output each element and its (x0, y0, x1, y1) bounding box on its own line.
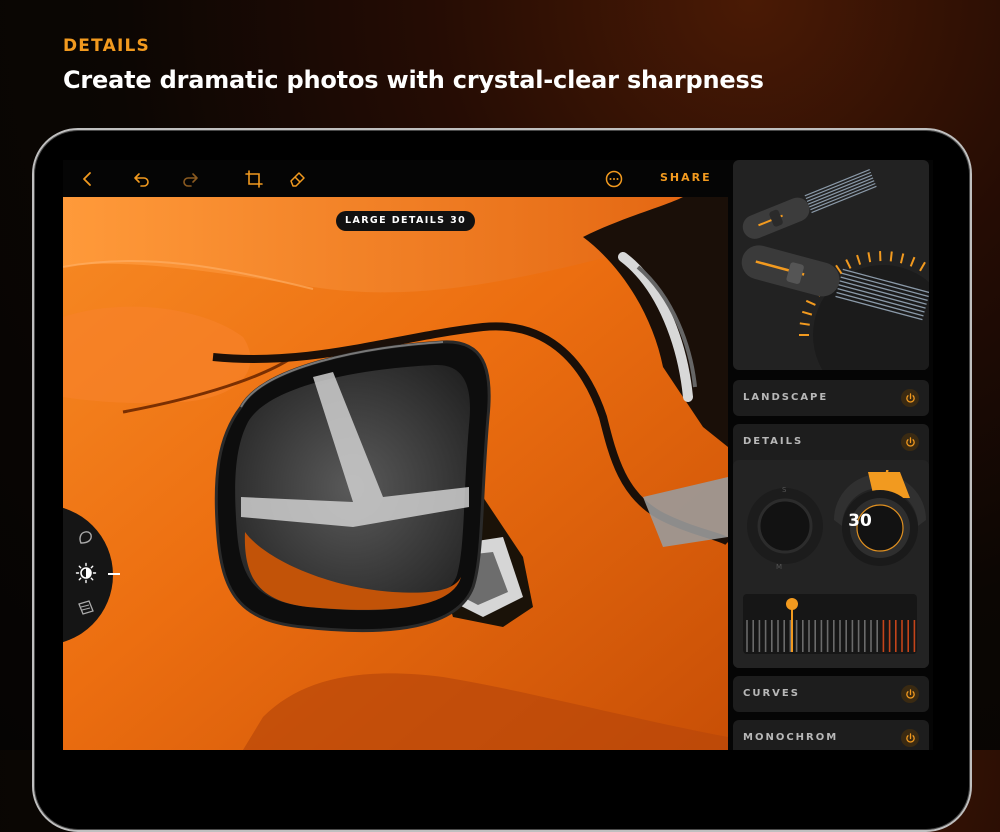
brightness-icon[interactable] (75, 562, 97, 584)
section-label: DETAILS (743, 424, 803, 460)
details-controls: S M L 30 (733, 460, 929, 668)
adjustments-panel: LANDSCAPE DETAILS (733, 160, 933, 750)
share-button[interactable]: SHARE (660, 171, 712, 184)
dial-indicator (108, 573, 120, 575)
eraser-icon[interactable] (287, 168, 309, 190)
power-toggle-icon[interactable] (901, 389, 919, 407)
details-illustration (733, 160, 929, 370)
power-toggle-icon[interactable] (901, 729, 919, 747)
layers-icon[interactable] (75, 597, 97, 619)
small-knob-bottom-label: M (776, 563, 782, 571)
section-monochrom[interactable]: MONOCHROM (733, 720, 929, 750)
adjustment-badge: LARGE DETAILS 30 (336, 211, 475, 231)
adjust-brush-icon[interactable] (75, 527, 97, 549)
redo-icon[interactable] (179, 168, 201, 190)
app-screen: SHARE (63, 160, 933, 750)
photo-canvas[interactable]: LARGE DETAILS 30 (63, 197, 728, 750)
section-label: LANDSCAPE (743, 380, 828, 416)
power-toggle-icon[interactable] (901, 433, 919, 451)
large-knob-value[interactable]: 30 (840, 511, 880, 531)
more-icon[interactable] (603, 168, 625, 190)
small-knob-top-label: S (782, 486, 786, 494)
page-headline: Create dramatic photos with crystal-clea… (63, 66, 764, 94)
section-eyebrow: DETAILS (63, 36, 150, 56)
crop-icon[interactable] (243, 168, 265, 190)
undo-icon[interactable] (131, 168, 153, 190)
top-toolbar: SHARE (63, 160, 728, 197)
section-curves[interactable]: CURVES (733, 676, 929, 712)
section-landscape[interactable]: LANDSCAPE (733, 380, 929, 416)
large-knob-tag: L (884, 469, 892, 484)
back-icon[interactable] (77, 168, 99, 190)
section-label: MONOCHROM (743, 720, 838, 750)
section-label: CURVES (743, 676, 800, 712)
power-toggle-icon[interactable] (901, 685, 919, 703)
